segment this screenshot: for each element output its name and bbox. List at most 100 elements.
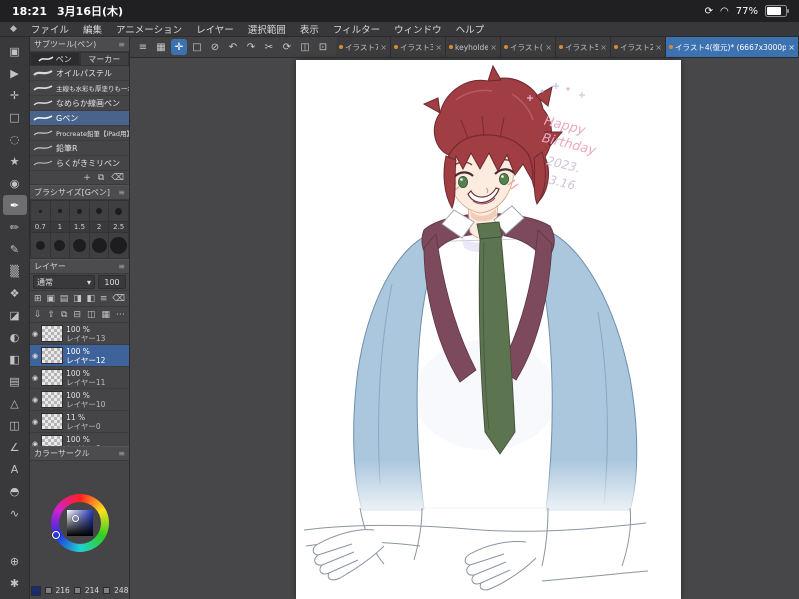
brush-size-cell[interactable]	[89, 233, 109, 258]
subtool-item[interactable]: らくがきミリペン	[30, 156, 129, 171]
brush-size-cell[interactable]	[50, 233, 70, 258]
duplicate-layer-icon[interactable]: ⧉	[61, 310, 67, 320]
document-tab-active[interactable]: イラスト4(復元)* (6667x3000px 72dpi 62.2%) ×	[666, 37, 799, 57]
ruler-tool[interactable]: ∠	[3, 437, 27, 457]
subtool-tab-marker[interactable]: マーカー	[79, 52, 129, 66]
layer-row[interactable]: ◉ 11 % レイヤー0	[30, 411, 129, 433]
paper-layer-icon[interactable]: ▤	[60, 294, 69, 304]
menu-selection[interactable]: 選択範囲	[248, 22, 286, 36]
subtool-item[interactable]: 鉛筆R	[30, 141, 129, 156]
main-menu-icon[interactable]: ≡	[135, 39, 151, 55]
duplicate-subtool-icon[interactable]: ⧉	[98, 173, 104, 183]
close-tab-icon[interactable]: ×	[788, 43, 795, 52]
flip-view-icon[interactable]: ◫	[297, 39, 313, 55]
menu-filter[interactable]: フィルター	[333, 22, 380, 36]
menu-view[interactable]: 表示	[300, 22, 319, 36]
layer-visible-eye-icon[interactable]: ◉	[32, 418, 38, 426]
menu-window[interactable]: ウィンドウ	[394, 22, 442, 36]
balloon-tool[interactable]: ◓	[3, 481, 27, 501]
text-tool[interactable]: A	[3, 459, 27, 479]
palette-dock-icon[interactable]: ▣	[3, 41, 27, 61]
redo-icon[interactable]: ↷	[243, 39, 259, 55]
panel-menu-icon[interactable]: ≡	[118, 449, 125, 458]
pencil-tool[interactable]: ✏	[3, 217, 27, 237]
document-tab[interactable]: イラスト3(復元* ×	[391, 37, 446, 57]
subtool-tab-pen[interactable]: ペン	[30, 52, 80, 66]
layer-visible-eye-icon[interactable]: ◉	[32, 330, 38, 338]
brush-size-cell[interactable]	[70, 233, 89, 258]
selection-launcher-icon[interactable]: □	[189, 39, 205, 55]
combine-icon[interactable]: ≡	[100, 294, 108, 304]
airbrush-tool[interactable]: ▒	[3, 261, 27, 281]
fill-layer-icon[interactable]: ◧	[86, 294, 95, 304]
menu-layer[interactable]: レイヤー	[196, 22, 234, 36]
menu-file[interactable]: ファイル	[31, 22, 69, 36]
document-tab[interactable]: イラスト7(復元* ×	[336, 37, 391, 57]
subtool-item[interactable]: オイルパステル	[30, 66, 129, 81]
canvas-settings-icon[interactable]: ▦	[153, 39, 169, 55]
brush-size-cell[interactable]	[31, 233, 50, 258]
cut-icon[interactable]: ✂	[261, 39, 277, 55]
current-color-swatch[interactable]	[30, 585, 41, 596]
layer-visible-eye-icon[interactable]: ◉	[32, 396, 38, 404]
gradient-tool[interactable]: ▤	[3, 371, 27, 391]
fullscreen-icon[interactable]: ⊡	[315, 39, 331, 55]
grid-icon[interactable]: ▦	[101, 310, 110, 320]
brush-tool[interactable]: ✎	[3, 239, 27, 259]
document-tab[interactable]: イラスト2(復* ×	[611, 37, 666, 57]
delete-layer-icon[interactable]: ⌫	[112, 294, 125, 304]
close-tab-icon[interactable]: ×	[490, 43, 497, 52]
remove-icon[interactable]: ⊟	[73, 310, 81, 320]
menu-edit[interactable]: 編集	[83, 22, 102, 36]
document-tab[interactable]: keyholder.psd@* ×	[446, 37, 501, 57]
layer-visible-eye-icon[interactable]: ◉	[32, 374, 38, 382]
operation-mode-icon[interactable]: ✛	[171, 39, 187, 55]
layer-row-selected[interactable]: ◉ 100 % レイヤー12	[30, 345, 129, 367]
document-tab[interactable]: イラスト(復元* ×	[501, 37, 556, 57]
subtool-item[interactable]: なめらか線画ペン	[30, 96, 129, 111]
eyedropper-tool[interactable]: ◉	[3, 173, 27, 193]
lasso-select-tool[interactable]: ◌	[3, 129, 27, 149]
more-icon[interactable]: ⋯	[116, 310, 125, 320]
clipping-mask-icon[interactable]: ◨	[73, 294, 82, 304]
decoration-tool[interactable]: ❖	[3, 283, 27, 303]
deselect-icon[interactable]: ⊘	[207, 39, 223, 55]
color-wheel[interactable]	[50, 493, 109, 552]
close-tab-icon[interactable]: ×	[545, 43, 552, 52]
add-subtool-icon[interactable]: +	[83, 173, 91, 183]
new-layer-icon[interactable]: ⊞	[34, 294, 42, 304]
blend-mode-select[interactable]: 通常 ▾	[33, 275, 95, 289]
move-layer-tool[interactable]: ✛	[3, 85, 27, 105]
menu-help[interactable]: ヘルプ	[456, 22, 485, 36]
app-settings-icon[interactable]: ✱	[3, 573, 27, 593]
panel-menu-icon[interactable]: ≡	[118, 262, 125, 271]
layer-row[interactable]: ◉ 100 %レイヤー9	[30, 433, 129, 446]
saturation-value-square[interactable]	[66, 509, 93, 536]
close-tab-icon[interactable]: ×	[380, 43, 387, 52]
brush-size-cell[interactable]	[89, 201, 109, 221]
subtool-item-selected[interactable]: Gペン	[30, 111, 129, 126]
merge-up-icon[interactable]: ⇧	[48, 310, 56, 320]
subtool-item[interactable]: Procreate鉛筆【iPad用】	[30, 126, 129, 141]
close-tab-icon[interactable]: ×	[600, 43, 607, 52]
rotate-reset-icon[interactable]: ⟳	[279, 39, 295, 55]
layer-visible-eye-icon[interactable]: ◉	[32, 352, 38, 360]
panel-menu-icon[interactable]: ≡	[118, 188, 125, 197]
undo-icon[interactable]: ↶	[225, 39, 241, 55]
brush-size-cell[interactable]	[109, 201, 128, 221]
pen-tool[interactable]: ✒	[2, 195, 27, 215]
document-tab[interactable]: イラスト5(復* ×	[556, 37, 611, 57]
brush-size-cell[interactable]	[70, 201, 89, 221]
layer-row[interactable]: ◉ 100 % レイヤー13	[30, 323, 129, 345]
operation-tool[interactable]: ▶	[3, 63, 27, 83]
frame-icon[interactable]: ◫	[87, 310, 96, 320]
blend-tool[interactable]: ◐	[3, 327, 27, 347]
layer-opacity-field[interactable]: 100	[98, 275, 126, 289]
close-tab-icon[interactable]: ×	[655, 43, 662, 52]
marquee-select-tool[interactable]: □	[3, 107, 27, 127]
panel-menu-icon[interactable]: ≡	[118, 40, 125, 49]
brush-size-cell[interactable]	[50, 201, 70, 221]
subtool-item[interactable]: 主線も水彩も厚塗りも一本でペン	[30, 81, 129, 96]
eraser-tool[interactable]: ◪	[3, 305, 27, 325]
fill-tool[interactable]: ◧	[3, 349, 27, 369]
